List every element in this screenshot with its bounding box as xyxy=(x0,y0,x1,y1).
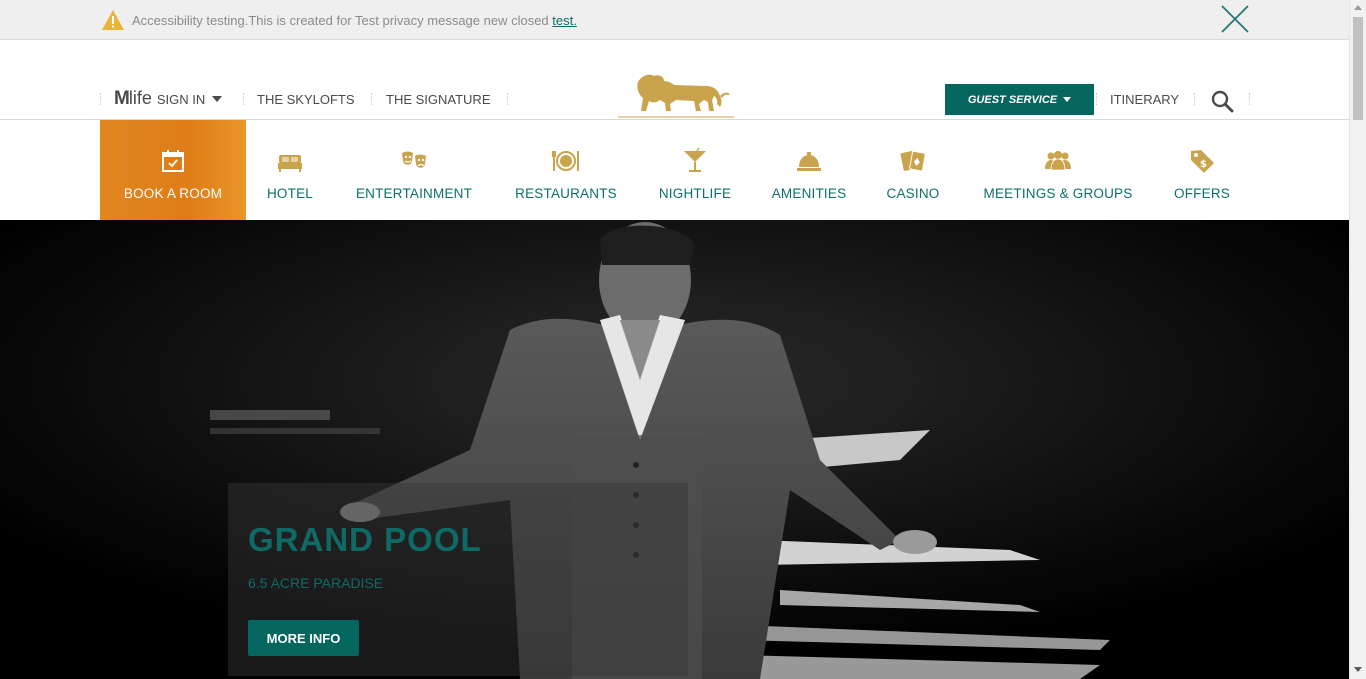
link-the-skylofts[interactable]: THE SKYLOFTS xyxy=(257,92,355,107)
caret-down-icon xyxy=(212,96,223,102)
site-header: M life SIGN IN THE SKYLOFTS THE SIGNATUR… xyxy=(0,40,1349,120)
plate-utensils-icon xyxy=(552,151,579,171)
nav-label: AMENITIES xyxy=(771,186,847,201)
nav-label: RESTAURANTS xyxy=(515,186,617,201)
service-bell-icon xyxy=(797,152,821,171)
svg-text:$: $ xyxy=(1200,159,1207,170)
nav-meetings-groups[interactable]: MEETINGS & GROUPS xyxy=(972,120,1144,220)
mlife-logo-m: M xyxy=(114,88,130,109)
nav-nightlife[interactable]: NIGHTLIFE xyxy=(652,120,738,220)
nav-offers[interactable]: $ OFFERS xyxy=(1166,120,1238,220)
nav-label: ENTERTAINMENT xyxy=(355,186,473,201)
nav-label: CASINO xyxy=(886,186,940,201)
calendar-icon xyxy=(162,150,184,172)
playing-cards-icon xyxy=(900,150,926,172)
page-scrollbar[interactable] xyxy=(1349,0,1366,679)
warning-icon xyxy=(102,10,124,30)
nav-label: HOTEL xyxy=(266,186,313,201)
group-icon xyxy=(1045,151,1071,171)
notice-link[interactable]: test. xyxy=(552,13,577,28)
nav-label: OFFERS xyxy=(1174,186,1230,201)
nav-book-a-room[interactable]: BOOK A ROOM xyxy=(100,120,246,220)
divider xyxy=(243,93,244,105)
scroll-up-arrow-icon[interactable] xyxy=(1354,5,1362,10)
divider xyxy=(1096,93,1097,105)
nav-entertainment[interactable]: ENTERTAINMENT xyxy=(346,120,482,220)
mlife-logo-life: life xyxy=(128,88,152,108)
lion-logo[interactable] xyxy=(616,70,736,120)
more-info-button[interactable]: MORE INFO xyxy=(248,620,359,656)
nav-label: MEETINGS & GROUPS xyxy=(983,186,1133,201)
itinerary-link[interactable]: ITINERARY xyxy=(1110,92,1179,107)
divider xyxy=(507,93,508,105)
mlife-signin-button[interactable]: M life SIGN IN xyxy=(114,88,223,110)
divider xyxy=(1194,93,1195,105)
nav-casino[interactable]: CASINO xyxy=(878,120,948,220)
main-nav: BOOK A ROOM HOTEL ENTERTAINMENT RESTAURA… xyxy=(0,120,1349,220)
nav-label: NIGHTLIFE xyxy=(658,186,732,201)
nav-hotel[interactable]: HOTEL xyxy=(254,120,326,220)
hero-subtitle: 6.5 ACRE PARADISE xyxy=(248,575,384,591)
page: Accessibility testing.This is created fo… xyxy=(0,0,1366,679)
search-icon[interactable] xyxy=(1210,89,1234,113)
privacy-notice-bar: Accessibility testing.This is created fo… xyxy=(0,0,1349,40)
divider xyxy=(100,93,101,105)
divider xyxy=(371,93,372,105)
close-icon[interactable] xyxy=(1219,3,1251,35)
hero-title: GRAND POOL xyxy=(248,521,482,558)
divider xyxy=(1249,93,1250,105)
scroll-down-arrow-icon[interactable] xyxy=(1354,667,1362,672)
bed-icon xyxy=(278,155,302,172)
scrollbar-thumb[interactable] xyxy=(1353,17,1363,120)
nav-label: BOOK A ROOM xyxy=(123,186,223,201)
guest-service-label: GUEST SERVICE xyxy=(967,93,1058,106)
nav-amenities[interactable]: AMENITIES xyxy=(764,120,854,220)
notice-message: Accessibility testing.This is created fo… xyxy=(132,13,577,28)
guest-service-button[interactable]: GUEST SERVICE xyxy=(945,84,1094,115)
caret-down-icon xyxy=(1063,97,1072,102)
signin-label: SIGN IN xyxy=(156,92,206,107)
hero-banner: GRAND POOL 6.5 ACRE PARADISE MORE INFO xyxy=(0,220,1349,679)
price-tag-icon: $ xyxy=(1191,150,1214,173)
theater-masks-icon xyxy=(402,151,426,168)
link-the-signature[interactable]: THE SIGNATURE xyxy=(386,92,491,107)
nav-restaurants[interactable]: RESTAURANTS xyxy=(506,120,626,220)
notice-text: Accessibility testing.This is created fo… xyxy=(132,13,553,28)
cocktail-icon xyxy=(684,147,706,172)
